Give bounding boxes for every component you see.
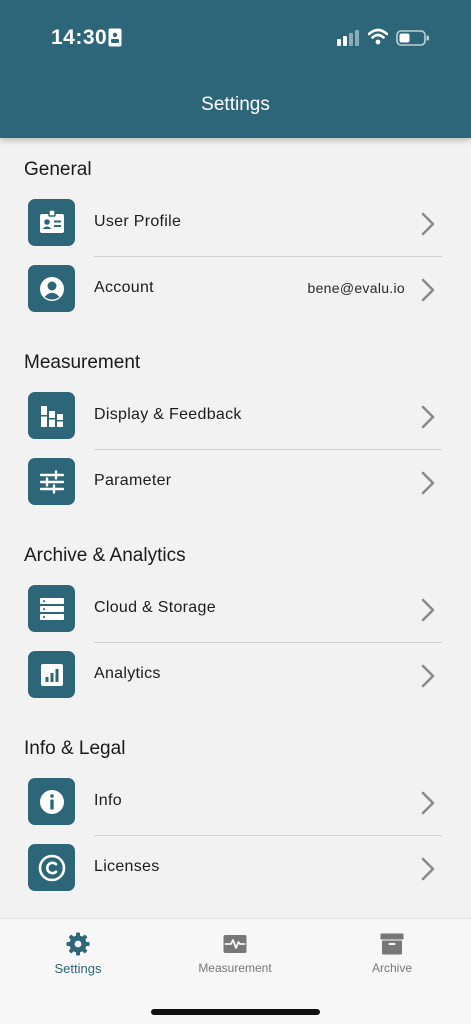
settings-item-label: Parameter (94, 472, 172, 489)
settings-item-parameter[interactable]: Parameter (0, 450, 471, 516)
battery-icon (396, 30, 429, 46)
signal-icon (337, 30, 359, 46)
page-title: Settings (201, 94, 270, 115)
bar-chart-icon (28, 392, 75, 439)
tab-archive[interactable]: Archive (332, 931, 452, 975)
archive-box-icon (380, 933, 404, 955)
settings-item-label: Licenses (94, 858, 160, 875)
account-circle-icon (28, 265, 75, 312)
info-icon (28, 778, 75, 825)
section-title-info-legal: Info & Legal (24, 738, 126, 759)
settings-item-cloud-storage[interactable]: Cloud & Storage (0, 577, 471, 643)
gear-icon (66, 932, 90, 956)
analytics-icon (28, 651, 75, 698)
settings-item-analytics[interactable]: Analytics (0, 643, 471, 709)
settings-item-label: Display & Feedback (94, 406, 242, 423)
tab-label: Archive (371, 961, 412, 975)
settings-item-account[interactable]: Account bene@evalu.io (0, 257, 471, 323)
status-time: 14:30 (51, 26, 108, 49)
settings-item-info[interactable]: Info (0, 770, 471, 836)
settings-item-user-profile[interactable]: User Profile (0, 191, 471, 257)
chevron-right-icon (421, 857, 435, 881)
settings-item-licenses[interactable]: Licenses (0, 836, 471, 902)
chevron-right-icon (421, 791, 435, 815)
pulse-monitor-icon (223, 935, 247, 953)
section-title-measurement: Measurement (24, 352, 141, 373)
tab-measurement[interactable]: Measurement (175, 931, 295, 975)
section-title-archive-analytics: Archive & Analytics (24, 545, 186, 566)
app-header: 14:30 Settings (0, 0, 471, 138)
wifi-icon (368, 28, 388, 45)
home-indicator[interactable] (151, 1009, 320, 1015)
chevron-right-icon (421, 598, 435, 622)
chevron-right-icon (421, 664, 435, 688)
sim-card-icon (108, 28, 122, 47)
account-email-value: bene@evalu.io (307, 280, 405, 296)
settings-list: General User Profile Account bene@evalu.… (0, 138, 471, 918)
tab-label: Settings (54, 961, 102, 976)
chevron-right-icon (421, 471, 435, 495)
settings-item-label: Cloud & Storage (94, 599, 216, 616)
tab-label: Measurement (198, 961, 272, 975)
chevron-right-icon (421, 405, 435, 429)
id-badge-icon (28, 199, 75, 246)
sliders-icon (28, 458, 75, 505)
copyright-icon (28, 844, 75, 891)
settings-item-display-feedback[interactable]: Display & Feedback (0, 384, 471, 450)
chevron-right-icon (421, 278, 435, 302)
tab-settings[interactable]: Settings (18, 931, 138, 976)
chevron-right-icon (421, 212, 435, 236)
status-bar: 14:30 (0, 0, 471, 76)
settings-item-label: Account (94, 279, 154, 296)
section-title-general: General (24, 159, 92, 180)
server-icon (28, 585, 75, 632)
settings-item-label: Info (94, 792, 122, 809)
settings-item-label: Analytics (94, 665, 161, 682)
settings-item-label: User Profile (94, 213, 182, 230)
